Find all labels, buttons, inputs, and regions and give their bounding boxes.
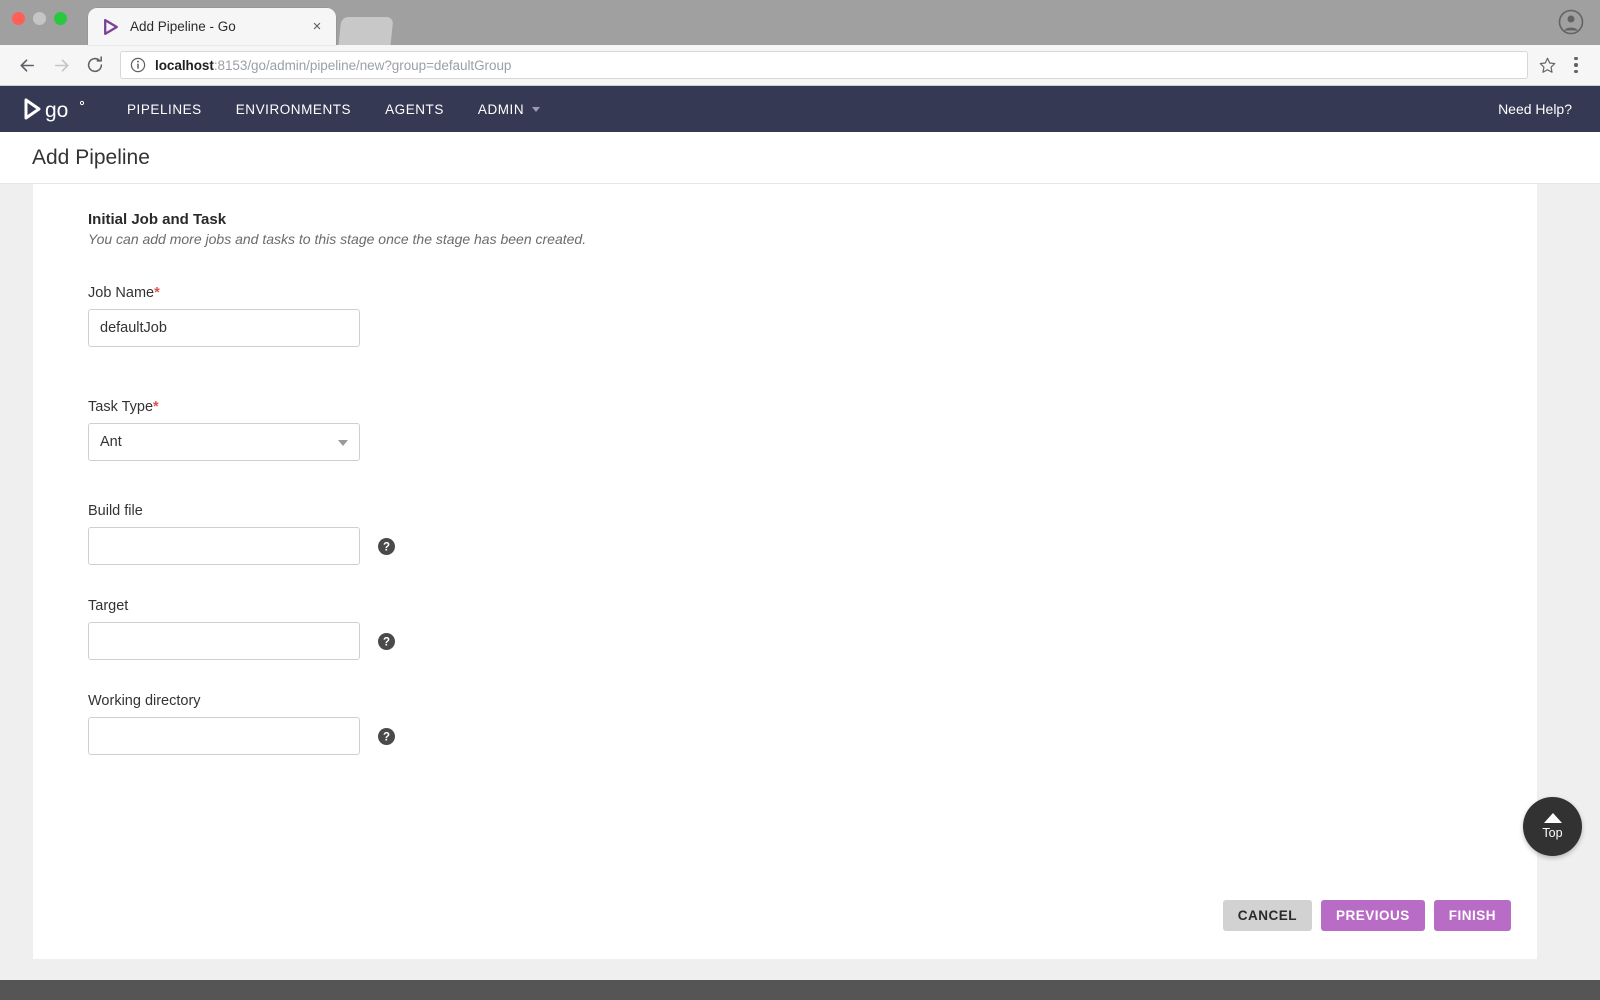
browser-window: Add Pipeline - Go × localhost:8153/go/ad… xyxy=(0,0,1600,1000)
svg-text:?: ? xyxy=(383,541,390,553)
nav-item-label: ADMIN xyxy=(477,101,525,117)
svg-text:?: ? xyxy=(383,731,390,743)
browser-toolbar: localhost:8153/go/admin/pipeline/new?gro… xyxy=(0,45,1600,86)
nav-item-agents[interactable]: AGENTS xyxy=(368,86,461,132)
help-icon[interactable]: ? xyxy=(378,632,395,650)
minimize-window-button[interactable] xyxy=(33,12,46,25)
page-title: Add Pipeline xyxy=(32,145,150,169)
gocd-logo[interactable]: go xyxy=(22,94,88,124)
working-directory-label: Working directory xyxy=(88,693,201,709)
nav-item-label: PIPELINES xyxy=(127,101,202,117)
gocd-app: go PIPELINES ENVIRONMENTS AGENTS ADMIN N… xyxy=(0,86,1600,1000)
target-input[interactable] xyxy=(88,622,360,660)
browser-titlebar: Add Pipeline - Go × xyxy=(0,0,1600,45)
section-title: Initial Job and Task xyxy=(88,211,227,228)
nav-links: PIPELINES ENVIRONMENTS AGENTS ADMIN xyxy=(110,86,557,132)
nav-item-environments[interactable]: ENVIRONMENTS xyxy=(219,86,368,132)
job-name-input[interactable] xyxy=(88,309,360,347)
add-pipeline-panel: Initial Job and Task You can add more jo… xyxy=(33,184,1537,959)
build-file-label: Build file xyxy=(88,503,143,519)
target-field: Target ? xyxy=(88,598,1537,660)
scroll-to-top-label: Top xyxy=(1542,826,1563,841)
url-host: localhost xyxy=(155,57,214,73)
previous-button[interactable]: PREVIOUS xyxy=(1320,900,1425,931)
required-marker: * xyxy=(154,285,160,301)
build-file-field: Build file ? xyxy=(88,503,1537,565)
nav-item-label: AGENTS xyxy=(385,101,444,117)
close-window-button[interactable] xyxy=(12,12,25,25)
build-file-row: ? xyxy=(88,527,1537,565)
task-type-select[interactable]: Ant xyxy=(88,423,360,461)
cancel-button[interactable]: CANCEL xyxy=(1222,900,1312,931)
section-subtitle: You can add more jobs and tasks to this … xyxy=(88,231,587,247)
help-icon[interactable]: ? xyxy=(378,537,395,555)
working-directory-input[interactable] xyxy=(88,717,360,755)
job-name-field: Job Name* xyxy=(88,285,1537,347)
working-directory-field: Working directory ? xyxy=(88,693,1537,755)
job-name-label: Job Name* xyxy=(88,285,1537,301)
main-navigation: go PIPELINES ENVIRONMENTS AGENTS ADMIN N… xyxy=(0,86,1600,132)
content-area: Initial Job and Task You can add more jo… xyxy=(0,184,1600,1000)
nav-item-admin[interactable]: ADMIN xyxy=(461,86,557,132)
chevron-down-icon xyxy=(338,440,348,446)
task-type-value: Ant xyxy=(100,434,122,450)
bottom-status-bar xyxy=(0,980,1600,1000)
tab-title: Add Pipeline - Go xyxy=(130,19,236,34)
url-text: localhost:8153/go/admin/pipeline/new?gro… xyxy=(155,58,511,73)
working-directory-row: ? xyxy=(88,717,1537,755)
gocd-play-icon xyxy=(102,18,120,36)
inactive-tab[interactable] xyxy=(338,17,394,45)
finish-button[interactable]: FINISH xyxy=(1433,900,1511,931)
svg-text:go: go xyxy=(45,99,68,122)
task-type-label: Task Type* xyxy=(88,399,1537,415)
close-tab-icon[interactable]: × xyxy=(308,18,326,36)
target-row: ? xyxy=(88,622,1537,660)
window-controls xyxy=(12,12,67,25)
star-icon[interactable] xyxy=(1534,52,1560,78)
browser-tab[interactable]: Add Pipeline - Go × xyxy=(88,8,336,45)
chevron-down-icon xyxy=(532,106,541,112)
job-name-label-text: Job Name xyxy=(88,285,155,301)
up-triangle-icon xyxy=(1543,813,1562,824)
build-file-input[interactable] xyxy=(88,527,360,565)
back-arrow-icon[interactable] xyxy=(10,48,44,82)
three-dot-menu-icon[interactable] xyxy=(1562,50,1590,80)
reload-icon[interactable] xyxy=(78,48,112,82)
task-type-label-text: Task Type xyxy=(88,399,154,415)
site-info-icon[interactable] xyxy=(130,57,146,73)
form-actions: CANCEL PREVIOUS FINISH xyxy=(1222,900,1511,931)
help-icon[interactable]: ? xyxy=(378,727,395,745)
page-header: Add Pipeline xyxy=(0,132,1600,184)
required-marker: * xyxy=(153,399,159,415)
svg-text:?: ? xyxy=(383,636,390,648)
account-avatar-icon[interactable] xyxy=(1558,9,1584,35)
maximize-window-button[interactable] xyxy=(54,12,67,25)
scroll-to-top-button[interactable]: Top xyxy=(1523,797,1582,856)
url-path: :8153/go/admin/pipeline/new?group=defaul… xyxy=(213,57,512,73)
need-help-link[interactable]: Need Help? xyxy=(1498,101,1578,117)
address-bar[interactable]: localhost:8153/go/admin/pipeline/new?gro… xyxy=(120,51,1528,79)
forward-arrow-icon[interactable] xyxy=(44,48,78,82)
task-type-field: Task Type* Ant xyxy=(88,399,1537,461)
nav-item-pipelines[interactable]: PIPELINES xyxy=(110,86,219,132)
target-label: Target xyxy=(88,598,129,614)
nav-item-label: ENVIRONMENTS xyxy=(235,101,352,117)
